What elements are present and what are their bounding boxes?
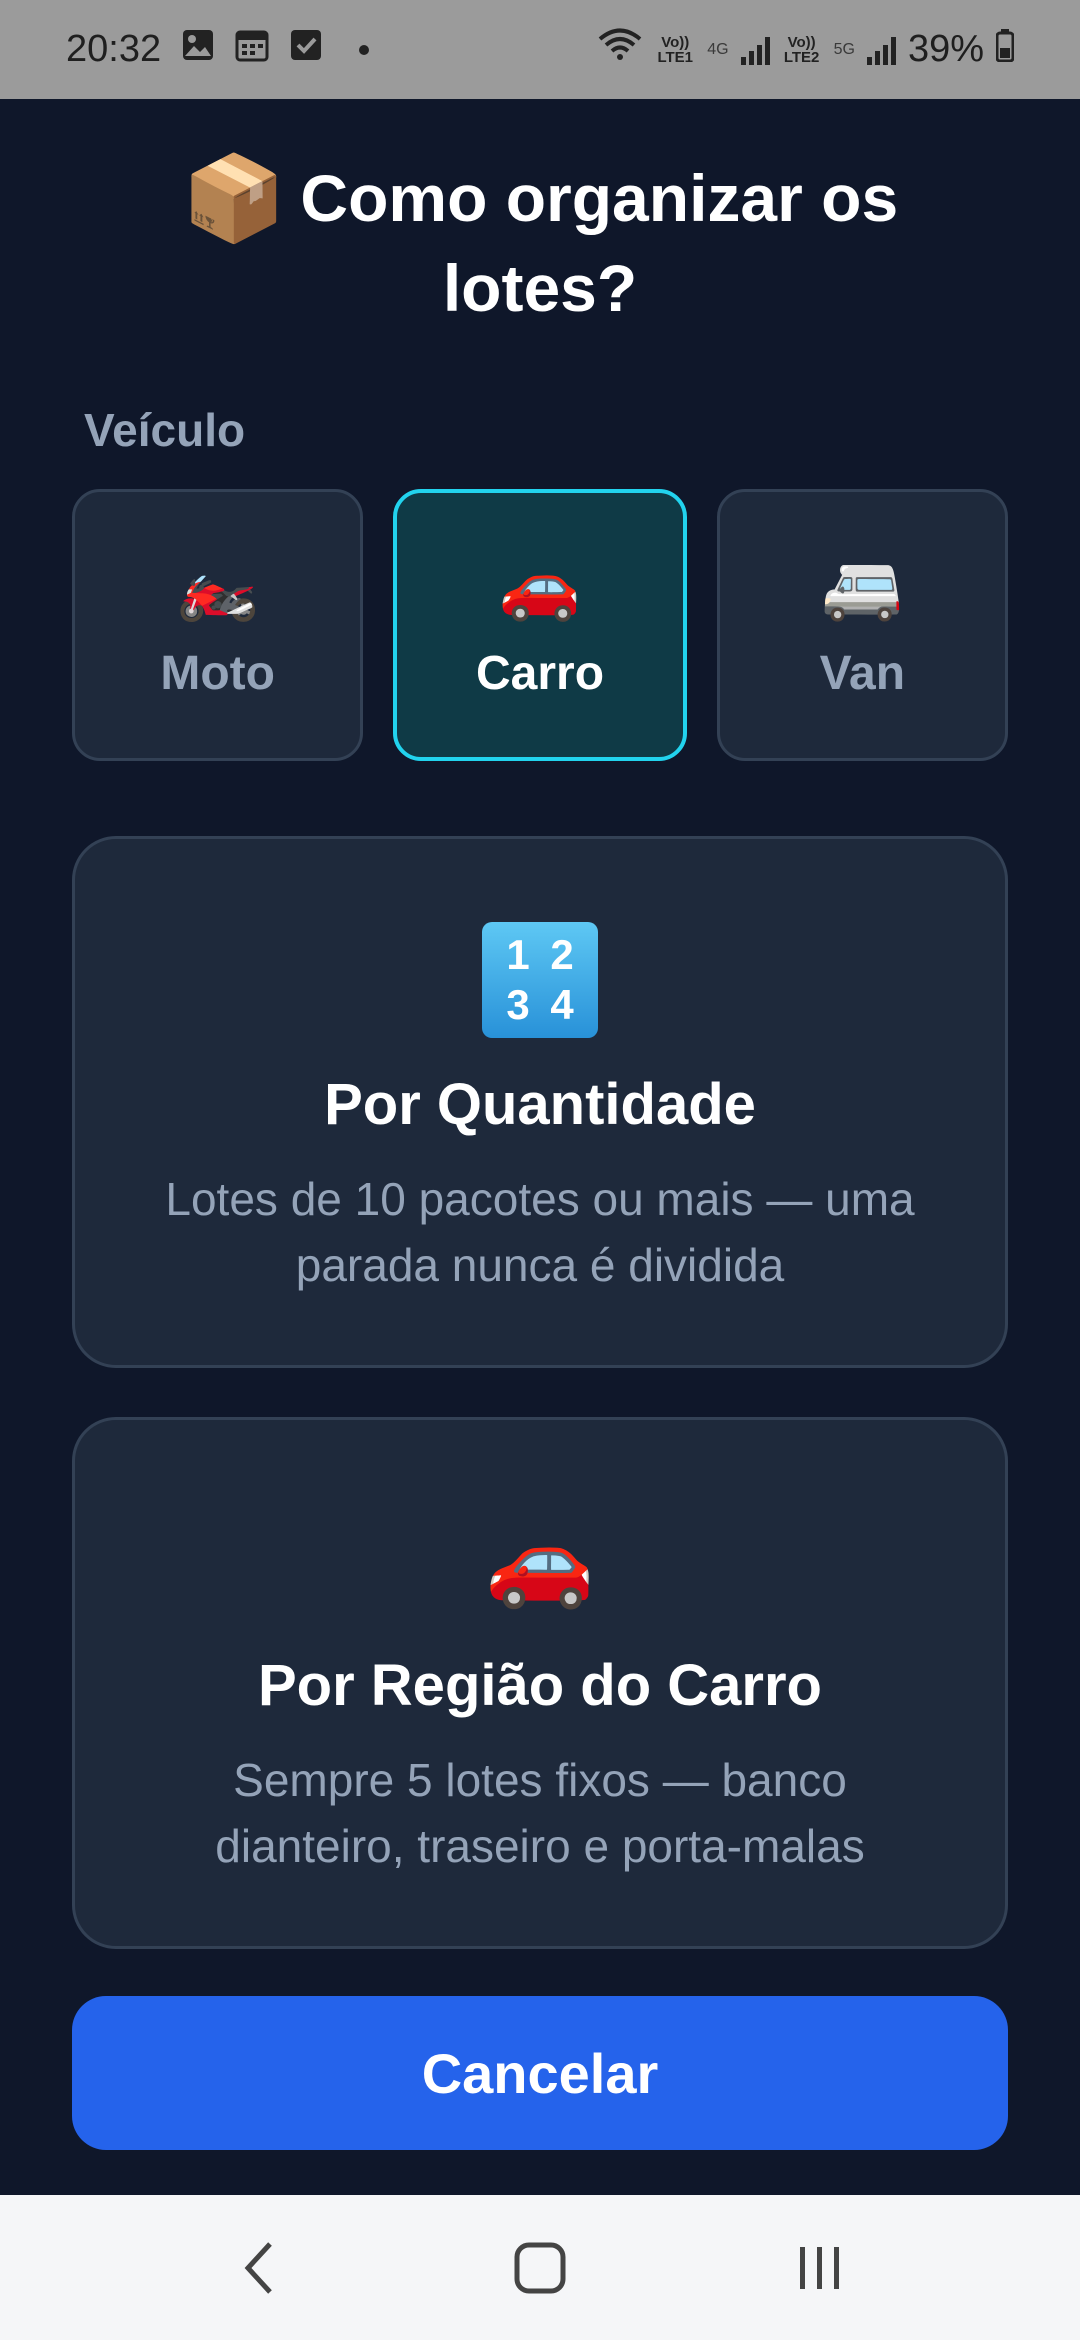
vehicle-option-van[interactable]: 🚐 Van — [716, 489, 1008, 761]
numbers-icon-digit: 4 — [550, 981, 574, 1028]
vehicle-selector: 🏍️ Moto 🚗 Carro 🚐 Van — [72, 489, 1008, 761]
home-button[interactable] — [480, 2218, 600, 2318]
notification-dot-icon — [359, 44, 370, 55]
system-navigation-bar — [0, 2195, 1080, 2340]
home-icon — [514, 2242, 566, 2293]
battery-percent: 39% — [907, 28, 984, 70]
network1-label: 4G — [707, 40, 729, 58]
mode-title-quantity: Por Quantidade — [324, 1072, 756, 1137]
back-icon — [244, 2241, 272, 2294]
status-right: Vo)) LTE1 4G Vo)) LTE2 5G 39% — [597, 28, 1015, 72]
recents-icon — [800, 2246, 839, 2289]
car-region-emoji: 🚗 — [485, 1511, 595, 1610]
car-icon: 🚗 — [485, 1502, 595, 1620]
signal1-icon — [740, 35, 770, 65]
battery-icon — [995, 28, 1015, 72]
recents-button[interactable] — [760, 2218, 880, 2318]
vehicle-option-carro[interactable]: 🚗 Carro — [393, 489, 687, 761]
calendar-icon — [235, 28, 269, 72]
status-bar: 20:32 Vo)) LTE1 4G Vo)) LTE2 5G 39% — [0, 0, 1080, 99]
vehicle-label-moto: Moto — [160, 646, 275, 700]
numbers-icon-digit: 3 — [506, 981, 530, 1028]
wifi-icon — [597, 28, 643, 72]
numbers-icon: 1 2 3 4 — [482, 921, 598, 1039]
mode-title-car-region: Por Região do Carro — [258, 1653, 822, 1718]
mode-description-car-region: Sempre 5 lotes fixos — banco dianteiro, … — [215, 1754, 865, 1872]
vehicle-option-moto[interactable]: 🏍️ Moto — [72, 489, 364, 761]
status-left: 20:32 — [66, 28, 370, 72]
vehicle-label-van: Van — [819, 646, 906, 700]
volte1-label: Vo)) LTE1 — [657, 33, 694, 66]
network2-label: 5G — [833, 40, 855, 58]
vehicle-label-carro: Carro — [475, 646, 605, 700]
mode-option-car-region[interactable]: 🚗 Por Região do Carro Sempre 5 lotes fix… — [72, 1417, 1008, 1949]
van-icon: 🚐 — [821, 547, 904, 622]
mode-option-quantity[interactable]: 1 2 3 4 Por Quantidade Lotes de 10 pacot… — [72, 836, 1008, 1368]
organize-lots-screen: 📦 Como organizar os lotes? Veículo 🏍️ Mot… — [0, 99, 1080, 2195]
motorcycle-icon: 🏍️ — [176, 547, 259, 622]
signal2-icon — [866, 35, 896, 65]
volte2-label: Vo)) LTE2 — [783, 33, 820, 66]
numbers-icon-digit: 1 — [506, 931, 530, 978]
status-time: 20:32 — [66, 28, 162, 70]
back-button[interactable] — [200, 2218, 320, 2318]
page-title-text: Como organizar os lotes? — [300, 161, 899, 325]
car-icon: 🚗 — [498, 547, 582, 622]
cancel-button[interactable]: Cancelar — [72, 1996, 1008, 2150]
package-icon: 📦 — [181, 151, 287, 245]
numbers-icon-digit: 2 — [550, 931, 574, 978]
page-title: 📦 Como organizar os lotes? — [120, 153, 960, 333]
mode-description-quantity: Lotes de 10 pacotes ou mais — uma parada… — [165, 1173, 915, 1291]
gallery-icon — [181, 28, 215, 72]
checkbox-icon — [289, 28, 323, 72]
vehicle-section-label: Veículo — [84, 404, 246, 456]
